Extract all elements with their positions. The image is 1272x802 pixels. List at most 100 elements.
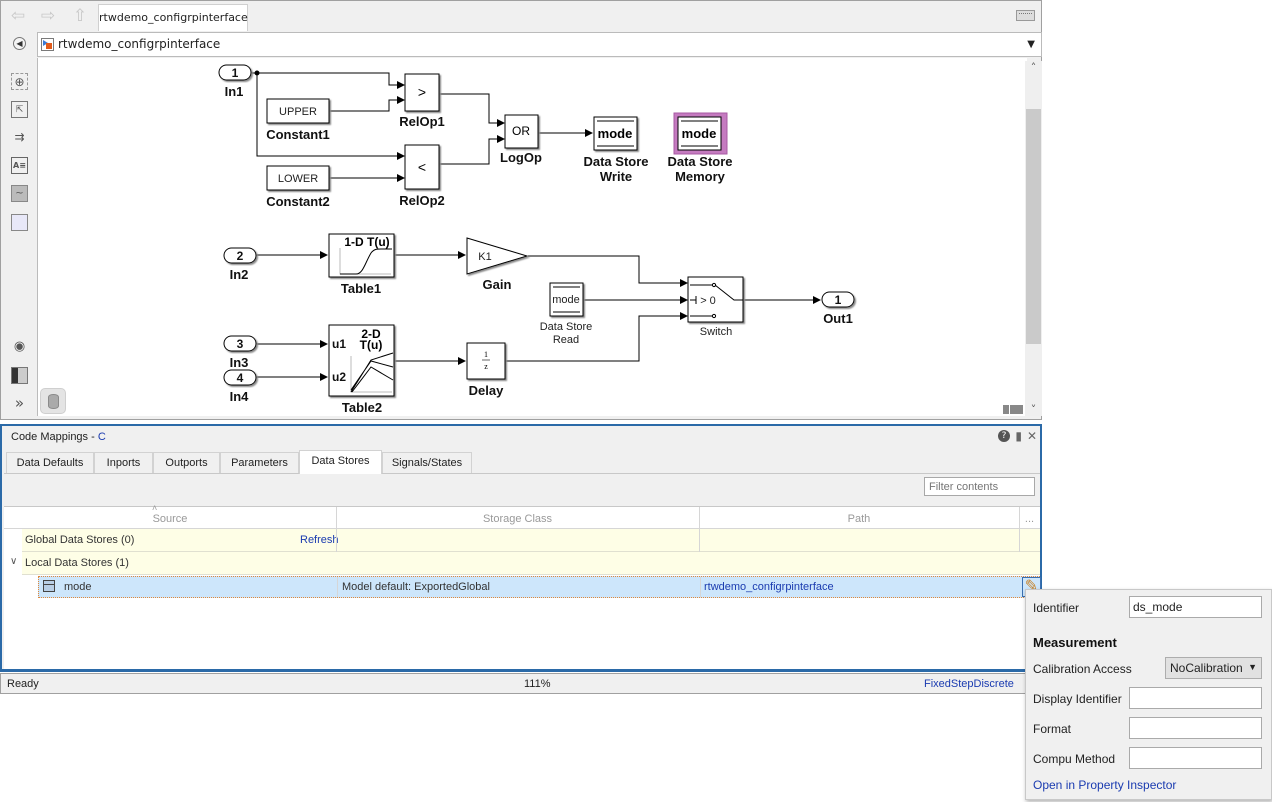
svg-text:RelOp2: RelOp2 xyxy=(399,193,445,208)
tab-outports[interactable]: Outports xyxy=(153,452,220,474)
column-header-path[interactable]: Path xyxy=(699,513,1019,525)
table-row[interactable]: mode Model default: ExportedGlobal rtwde… xyxy=(38,576,1041,598)
inport-in4[interactable]: 4 In4 xyxy=(223,369,257,404)
solver-link[interactable]: FixedStepDiscrete xyxy=(924,678,1014,690)
svg-text:mode: mode xyxy=(682,126,717,141)
cell-storage-class[interactable]: Model default: ExportedGlobal xyxy=(342,581,490,593)
svg-text:Read: Read xyxy=(553,334,579,346)
data-store-memory-block[interactable]: mode Data Store Memory xyxy=(667,112,733,184)
chevron-down-icon: ▼ xyxy=(1248,662,1257,672)
data-stores-table: ˄ Source Storage Class Path ... Global D… xyxy=(4,503,1041,669)
column-header-source[interactable]: Source xyxy=(4,513,336,525)
column-chooser-button[interactable]: ... xyxy=(1019,513,1040,525)
close-icon[interactable]: ✕ xyxy=(1027,429,1037,443)
svg-text:3: 3 xyxy=(237,337,244,351)
tab-data-defaults[interactable]: Data Defaults xyxy=(6,452,94,474)
inport-in1[interactable]: 1 In1 xyxy=(218,64,252,99)
svg-text:In2: In2 xyxy=(230,267,249,282)
filter-input[interactable] xyxy=(924,477,1035,496)
scroll-up-icon[interactable]: ˄ xyxy=(1025,61,1042,74)
svg-text:Out1: Out1 xyxy=(823,311,853,326)
code-mappings-panel: Code Mappings - C ? ▮ ✕ Data Defaults In… xyxy=(0,424,1042,672)
tab-parameters[interactable]: Parameters xyxy=(220,452,299,474)
delay-block[interactable]: 1 z Delay xyxy=(466,342,506,398)
svg-text:OR: OR xyxy=(512,124,530,138)
svg-text:K1: K1 xyxy=(478,251,491,263)
svg-text:u2: u2 xyxy=(332,370,346,384)
table2-block[interactable]: 2-D T(u) u1 u2 Table2 xyxy=(328,324,395,415)
svg-text:1: 1 xyxy=(232,66,239,80)
svg-text:Data Store: Data Store xyxy=(583,154,648,169)
table1-block[interactable]: 1-D T(u) Table1 xyxy=(328,233,395,296)
data-store-write-block[interactable]: mode Data Store Write xyxy=(583,116,649,184)
scroll-down-icon[interactable]: ˅ xyxy=(1025,403,1042,416)
tab-signals-states[interactable]: Signals/States xyxy=(382,452,472,474)
open-property-inspector-link[interactable]: Open in Property Inspector xyxy=(1033,778,1176,792)
refresh-link[interactable]: Refresh xyxy=(300,534,339,546)
data-store-read-block[interactable]: mode Data Store Read xyxy=(540,282,593,346)
help-icon[interactable]: ? xyxy=(998,430,1010,442)
sort-ascending-icon[interactable]: ˄ xyxy=(152,503,157,513)
vertical-scrollbar[interactable]: ˄ ˅ xyxy=(1025,61,1042,416)
group-row-global[interactable]: Global Data Stores (0) Refresh xyxy=(22,529,1040,552)
svg-text:In4: In4 xyxy=(230,389,250,404)
calibration-access-select[interactable]: NoCalibration ▼ xyxy=(1165,657,1262,679)
split-view-icon[interactable] xyxy=(1003,405,1023,414)
database-icon xyxy=(48,394,59,409)
svg-text:In1: In1 xyxy=(225,84,244,99)
svg-text:<: < xyxy=(418,159,426,175)
svg-text:z: z xyxy=(484,362,488,371)
display-identifier-input[interactable] xyxy=(1129,687,1262,709)
inport-in3[interactable]: 3 In3 xyxy=(223,335,257,370)
group-label: Global Data Stores (0) xyxy=(25,534,135,546)
display-identifier-label: Display Identifier xyxy=(1033,692,1122,706)
gain-block[interactable]: K1 Gain xyxy=(466,237,529,292)
constant2-block[interactable]: LOWER Constant2 xyxy=(266,165,330,209)
outport-out1[interactable]: 1 Out1 xyxy=(821,291,855,326)
property-popup: Identifier Measurement Calibration Acces… xyxy=(1025,589,1272,800)
compu-method-label: Compu Method xyxy=(1033,752,1116,766)
svg-text:>: > xyxy=(418,84,426,100)
scrollbar-thumb[interactable] xyxy=(1026,109,1041,344)
relop2-block[interactable]: < RelOp2 xyxy=(399,144,445,208)
svg-text:u1: u1 xyxy=(332,337,346,351)
svg-text:Write: Write xyxy=(600,169,632,184)
format-input[interactable] xyxy=(1129,717,1262,739)
svg-text:1: 1 xyxy=(484,350,488,359)
group-row-local[interactable]: Local Data Stores (1) xyxy=(22,552,1040,575)
svg-text:Table2: Table2 xyxy=(342,400,382,415)
svg-text:mode: mode xyxy=(598,126,633,141)
switch-block[interactable]: > 0 Switch xyxy=(687,276,744,338)
identifier-input[interactable] xyxy=(1129,596,1262,618)
cell-path-link[interactable]: rtwdemo_configrpinterface xyxy=(704,581,834,593)
chevron-down-icon[interactable]: ∨ xyxy=(10,556,17,567)
svg-text:Switch: Switch xyxy=(700,326,732,338)
column-header-storage-class[interactable]: Storage Class xyxy=(336,513,699,525)
logop-block[interactable]: OR LogOp xyxy=(500,114,542,165)
relop1-block[interactable]: > RelOp1 xyxy=(399,73,445,129)
zoom-level[interactable]: 111% xyxy=(524,678,551,690)
svg-text:Constant2: Constant2 xyxy=(266,194,330,209)
block-diagram: 1 In1 UPPER Constant1 LOWER Constant2 > … xyxy=(218,64,855,415)
svg-text:1-D T(u): 1-D T(u) xyxy=(344,235,389,249)
cell-source: mode xyxy=(64,581,92,593)
svg-text:Delay: Delay xyxy=(469,383,504,398)
status-text: Ready xyxy=(7,678,39,690)
svg-text:T(u): T(u) xyxy=(360,338,383,352)
model-editor-window: ⇦ ⇨ ⇧ rtwdemo_configrpinterface ◀ rtwdem… xyxy=(0,0,1042,420)
svg-text:2: 2 xyxy=(237,249,244,263)
compu-method-input[interactable] xyxy=(1129,747,1262,769)
svg-text:Table1: Table1 xyxy=(341,281,381,296)
inport-in2[interactable]: 2 In2 xyxy=(223,247,257,282)
svg-text:Data Store: Data Store xyxy=(667,154,732,169)
tab-inports[interactable]: Inports xyxy=(94,452,153,474)
identifier-label: Identifier xyxy=(1033,601,1080,615)
status-bar: Ready 111% FixedStepDiscrete xyxy=(0,673,1042,694)
pin-icon[interactable]: ▮ xyxy=(1015,429,1022,443)
model-data-editor-button[interactable] xyxy=(40,388,66,414)
tab-data-stores[interactable]: Data Stores xyxy=(299,450,382,474)
format-label: Format xyxy=(1033,722,1072,736)
svg-text:LogOp: LogOp xyxy=(500,150,542,165)
calibration-access-value: NoCalibration xyxy=(1170,661,1243,675)
constant1-block[interactable]: UPPER Constant1 xyxy=(266,98,330,142)
